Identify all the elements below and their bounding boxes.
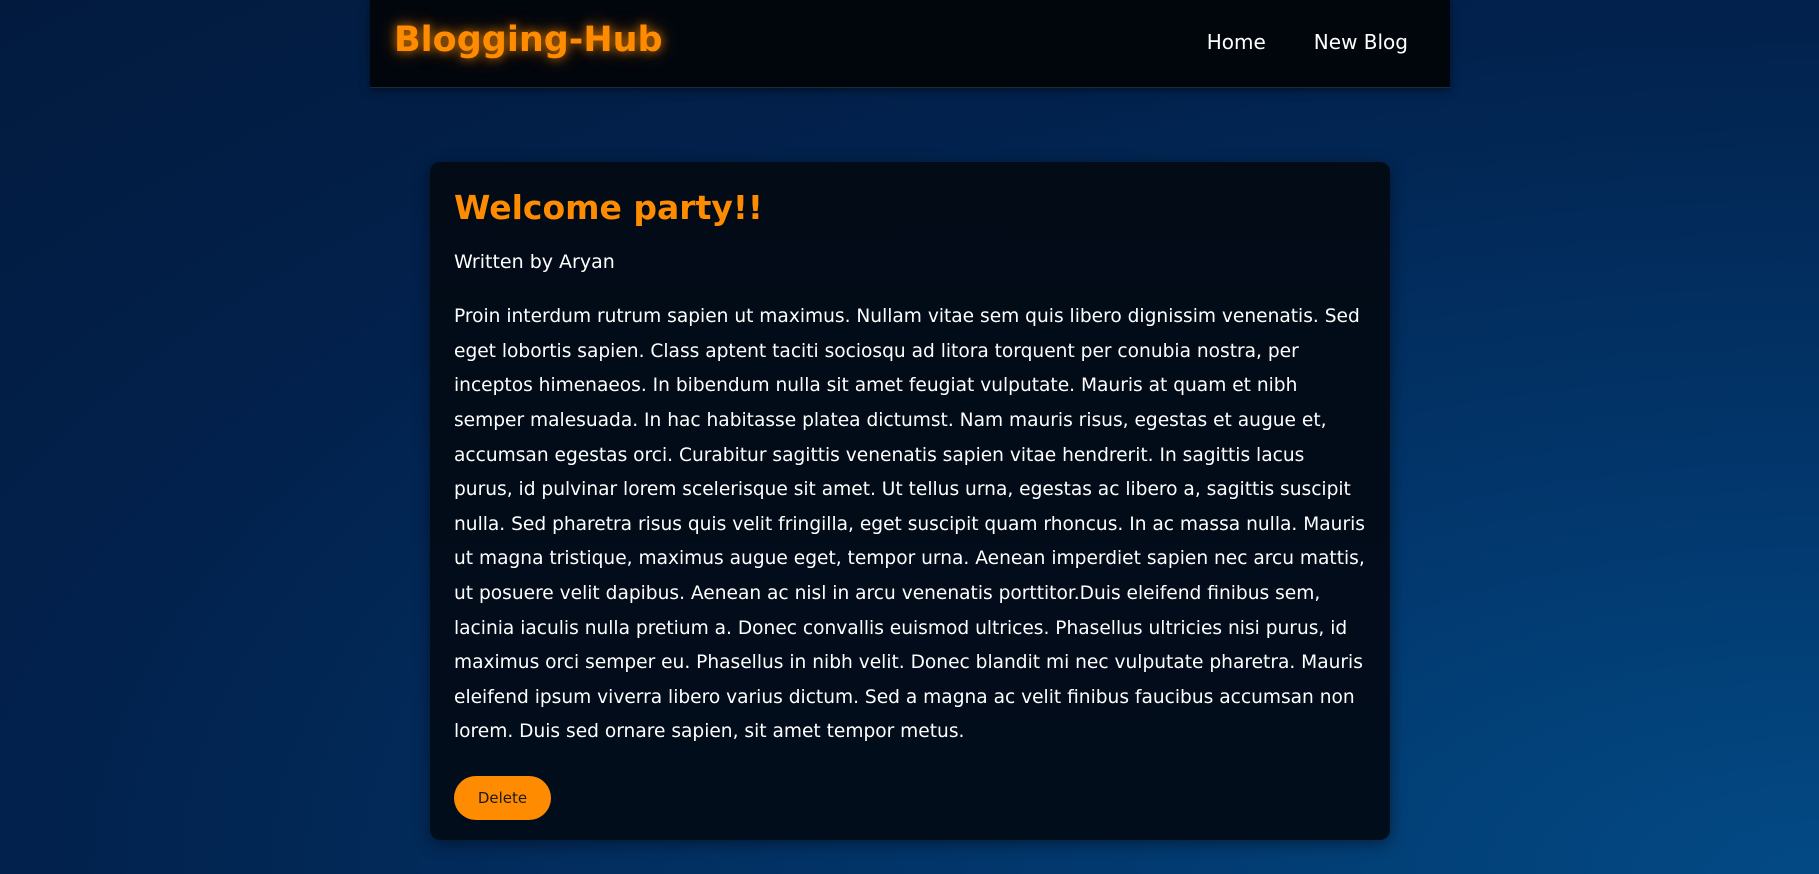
nav-links: Home New Blog [1207,30,1408,54]
post-body: Proin interdum rutrum sapien ut maximus.… [454,306,1365,743]
blog-post-card: Welcome party!! Written by Aryan Proin i… [430,162,1390,840]
post-title: Welcome party!! [454,188,763,227]
post-author: Written by Aryan [454,250,615,273]
brand-logo[interactable]: Blogging-Hub [394,20,663,60]
navbar: Blogging-Hub Home New Blog [370,0,1450,88]
nav-link-home[interactable]: Home [1207,30,1266,54]
nav-link-new-blog[interactable]: New Blog [1314,30,1408,54]
delete-button[interactable]: Delete [454,776,551,820]
